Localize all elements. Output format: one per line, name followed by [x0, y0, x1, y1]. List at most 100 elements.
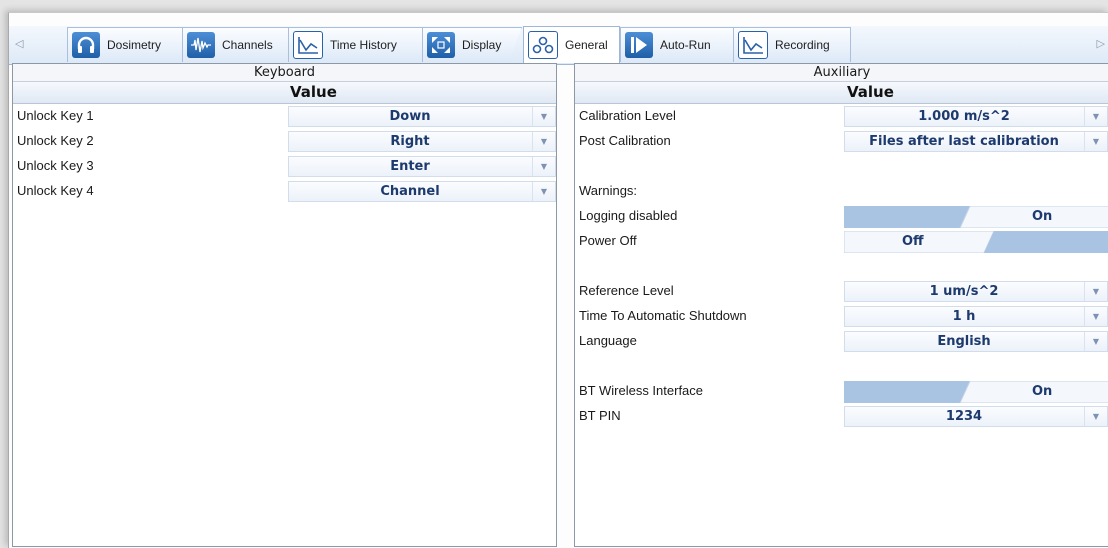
row-label: Unlock Key 3	[17, 158, 94, 173]
scroll-left-icon[interactable]: ◁	[15, 37, 23, 50]
select-value: Files after last calibration	[869, 134, 1059, 149]
unlock-key-2-select[interactable]: Right ▼	[288, 131, 556, 152]
reference-level-select[interactable]: 1 um/s^2 ▼	[844, 281, 1108, 302]
chevron-down-icon[interactable]: ▼	[1084, 407, 1107, 426]
chevron-down-icon[interactable]: ▼	[1084, 107, 1107, 126]
list-item: Unlock Key 4 Channel ▼	[13, 179, 556, 204]
toggle-value: On	[1032, 384, 1053, 399]
select-value: 1 um/s^2	[929, 284, 999, 299]
chevron-down-icon[interactable]: ▼	[1084, 332, 1107, 351]
list-item: Post Calibration Files after last calibr…	[575, 129, 1108, 154]
value-header: Value	[847, 83, 894, 101]
chevron-down-icon[interactable]: ▼	[532, 157, 555, 176]
select-value: Enter	[390, 159, 430, 174]
tab-bar: ◁ Dosimetry Channels Time History Displa…	[9, 26, 1108, 65]
unlock-key-4-select[interactable]: Channel ▼	[288, 181, 556, 202]
bt-pin-select[interactable]: 1234 ▼	[844, 406, 1108, 427]
row-label: Logging disabled	[579, 208, 678, 223]
tab-label: Dosimetry	[107, 38, 162, 52]
tab-label: Time History	[330, 38, 397, 52]
list-item: Logging disabled On	[575, 204, 1108, 229]
language-select[interactable]: English ▼	[844, 331, 1108, 352]
row-label: Reference Level	[579, 283, 674, 298]
column-header: Value	[13, 82, 556, 104]
list-item: Power Off Off	[575, 229, 1108, 254]
power-off-toggle[interactable]: Off	[844, 231, 1108, 253]
line-graph-icon	[293, 31, 323, 59]
tab-recording[interactable]: Recording	[733, 27, 851, 62]
tab-label: Auto-Run	[660, 38, 711, 52]
tab-dosimetry[interactable]: Dosimetry	[67, 27, 183, 62]
select-value: 1.000 m/s^2	[918, 109, 1010, 124]
list-item: Unlock Key 1 Down ▼	[13, 104, 556, 129]
row-label: Time To Automatic Shutdown	[579, 308, 747, 323]
auxiliary-panel: Auxiliary Value Calibration Level 1.000 …	[574, 63, 1108, 547]
list-item: Reference Level 1 um/s^2 ▼	[575, 279, 1108, 304]
tab-channels[interactable]: Channels	[182, 27, 289, 62]
chevron-down-icon[interactable]: ▼	[532, 132, 555, 151]
unlock-key-3-select[interactable]: Enter ▼	[288, 156, 556, 177]
select-value: 1 h	[952, 309, 976, 324]
row-label: Post Calibration	[579, 133, 671, 148]
waveform-icon	[187, 32, 215, 58]
unlock-key-1-select[interactable]: Down ▼	[288, 106, 556, 127]
bt-wireless-toggle[interactable]: On	[844, 381, 1108, 403]
play-icon	[625, 32, 653, 58]
value-header: Value	[290, 83, 337, 101]
chevron-down-icon[interactable]: ▼	[532, 182, 555, 201]
tab-label: General	[565, 38, 608, 52]
list-item: Unlock Key 2 Right ▼	[13, 129, 556, 154]
chevron-down-icon[interactable]: ▼	[1084, 282, 1107, 301]
post-calibration-select[interactable]: Files after last calibration ▼	[844, 131, 1108, 152]
toggle-value: On	[1032, 209, 1053, 224]
tab-label: Recording	[775, 38, 830, 52]
row-label: Unlock Key 4	[17, 183, 94, 198]
gears-icon	[528, 31, 558, 59]
line-graph-icon	[738, 31, 768, 59]
select-value: Down	[389, 109, 431, 124]
toggle-track	[844, 381, 1108, 403]
row-label: BT PIN	[579, 408, 621, 423]
chevron-down-icon[interactable]: ▼	[1084, 307, 1107, 326]
list-item: Time To Automatic Shutdown 1 h ▼	[575, 304, 1108, 329]
scroll-right-icon[interactable]: ▷	[1097, 37, 1105, 50]
select-value: 1234	[945, 409, 983, 424]
tab-label: Channels	[222, 38, 273, 52]
spacer-row	[575, 254, 1108, 279]
chevron-down-icon[interactable]: ▼	[532, 107, 555, 126]
panel-title: Keyboard	[13, 64, 556, 82]
calibration-level-select[interactable]: 1.000 m/s^2 ▼	[844, 106, 1108, 127]
row-label: Calibration Level	[579, 108, 676, 123]
tab-auto-run[interactable]: Auto-Run	[620, 27, 734, 62]
list-item: Unlock Key 3 Enter ▼	[13, 154, 556, 179]
row-label: Unlock Key 1	[17, 108, 94, 123]
tab-general[interactable]: General	[523, 26, 620, 63]
list-item: BT Wireless Interface On	[575, 379, 1108, 404]
chevron-down-icon[interactable]: ▼	[1084, 132, 1107, 151]
list-item: Calibration Level 1.000 m/s^2 ▼	[575, 104, 1108, 129]
row-label: Power Off	[579, 233, 637, 248]
select-value: Channel	[380, 184, 440, 199]
expand-icon	[427, 32, 455, 58]
select-value: English	[937, 334, 991, 349]
row-label: Unlock Key 2	[17, 133, 94, 148]
select-value: Right	[390, 134, 430, 149]
list-item: Warnings:	[575, 179, 1108, 204]
list-item: Language English ▼	[575, 329, 1108, 354]
spacer-row	[575, 354, 1108, 379]
app-frame: ◁ Dosimetry Channels Time History Displa…	[8, 12, 1108, 548]
row-label: BT Wireless Interface	[579, 383, 704, 398]
toggle-value: Off	[902, 234, 924, 249]
row-label: Language	[579, 333, 637, 348]
tab-time-history[interactable]: Time History	[288, 27, 423, 62]
tab-label: Display	[462, 38, 502, 52]
warnings-label: Warnings:	[579, 183, 638, 198]
toggle-track	[844, 206, 1108, 228]
panel-title: Auxiliary	[575, 64, 1108, 82]
spacer-row	[575, 154, 1108, 179]
column-header: Value	[575, 82, 1108, 104]
list-item: BT PIN 1234 ▼	[575, 404, 1108, 429]
tab-display[interactable]: Display	[422, 27, 522, 62]
auto-shutdown-select[interactable]: 1 h ▼	[844, 306, 1108, 327]
logging-disabled-toggle[interactable]: On	[844, 206, 1108, 228]
